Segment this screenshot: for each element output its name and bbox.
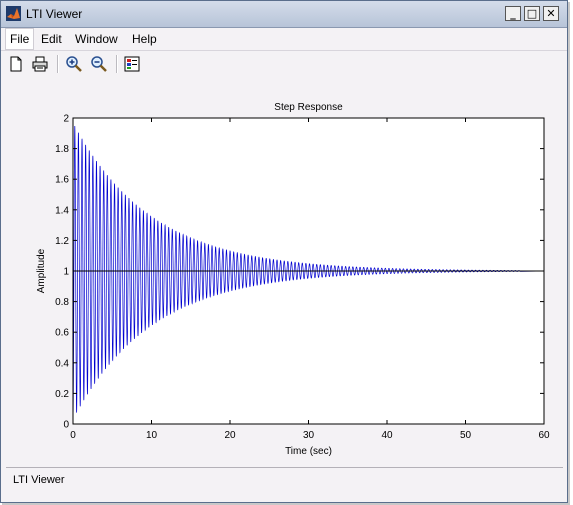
y-tick-label: 0 <box>63 420 69 431</box>
x-tick-label: 30 <box>303 430 315 441</box>
y-tick-label: 1.4 <box>55 205 69 216</box>
plot-configuration-button[interactable] <box>122 54 142 74</box>
new-document-button[interactable] <box>6 54 26 74</box>
menu-help[interactable]: Help <box>128 28 161 50</box>
lti-viewer-window: LTI Viewer _ □ ✕ File Edit Window Help 0… <box>0 0 568 503</box>
menu-window[interactable]: Window <box>71 28 122 50</box>
window-title: LTI Viewer <box>26 7 83 21</box>
menu-edit[interactable]: Edit <box>37 28 66 50</box>
toolbar-separator <box>116 55 118 73</box>
zoom-out-button[interactable] <box>89 54 109 74</box>
x-tick-label: 0 <box>70 430 76 441</box>
zoom-in-icon <box>66 56 82 72</box>
x-tick-label: 50 <box>460 430 472 441</box>
menu-bar: File Edit Window Help <box>1 28 567 50</box>
plot-area: 0 10 20 30 40 50 60 0 0.2 0.4 0.6 0.8 1 1.2 1.4 1.6 1.8 2… <box>1 78 567 465</box>
y-tick-label: 0.6 <box>55 328 69 339</box>
x-axis-label: Time (sec) <box>285 446 332 457</box>
menu-file[interactable]: File <box>5 28 35 50</box>
new-document-icon <box>10 56 22 72</box>
maximize-button[interactable]: □ <box>524 6 540 21</box>
y-tick-label: 1.6 <box>55 175 69 186</box>
status-bar: LTI Viewer <box>6 467 563 490</box>
y-tick-label: 2 <box>63 114 69 125</box>
x-tick-label: 60 <box>538 430 550 441</box>
minimize-button[interactable]: _ <box>505 6 521 21</box>
zoom-in-button[interactable] <box>64 54 84 74</box>
y-tick-label: 0.8 <box>55 297 69 308</box>
print-button[interactable] <box>30 54 50 74</box>
chart-title: Step Response <box>274 102 343 113</box>
y-tick-label: 0.2 <box>55 389 69 400</box>
y-tick-label: 1 <box>63 267 69 278</box>
y-axis-label: Amplitude <box>36 248 47 293</box>
toolbar-separator <box>57 55 59 73</box>
toolbar <box>1 50 567 79</box>
x-tick-label: 10 <box>146 430 158 441</box>
plot-configuration-icon <box>124 56 140 72</box>
x-tick-label: 20 <box>224 430 236 441</box>
status-text: LTI Viewer <box>13 474 65 486</box>
print-icon <box>32 56 48 72</box>
title-bar[interactable]: LTI Viewer _ □ ✕ <box>1 1 567 28</box>
y-tick-label: 1.2 <box>55 236 69 247</box>
y-tick-label: 0.4 <box>55 358 69 369</box>
step-response-chart[interactable]: 0 10 20 30 40 50 60 0 0.2 0.4 0.6 0.8 1 1.2 1.4 1.6 1.8 2… <box>1 78 567 465</box>
matlab-logo-icon <box>6 6 21 21</box>
y-tick-label: 1.8 <box>55 144 69 155</box>
zoom-out-icon <box>91 56 107 72</box>
close-button[interactable]: ✕ <box>543 6 559 21</box>
x-tick-label: 40 <box>381 430 393 441</box>
